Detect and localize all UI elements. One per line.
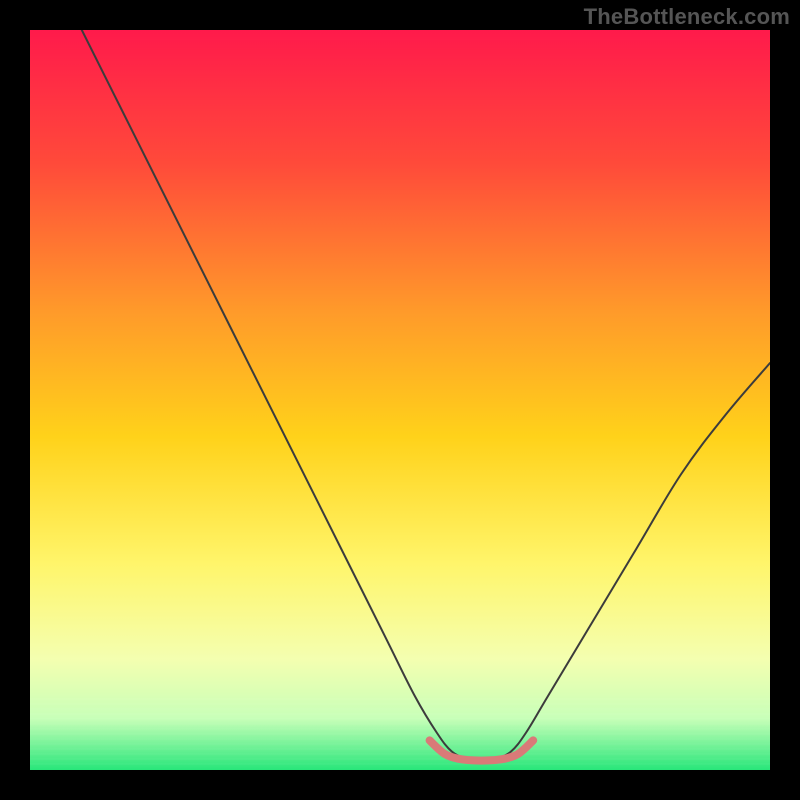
chart-svg	[30, 30, 770, 770]
gradient-background	[30, 30, 770, 770]
chart-frame: TheBottleneck.com	[0, 0, 800, 800]
watermark-text: TheBottleneck.com	[584, 4, 790, 30]
chart-plot	[30, 30, 770, 770]
